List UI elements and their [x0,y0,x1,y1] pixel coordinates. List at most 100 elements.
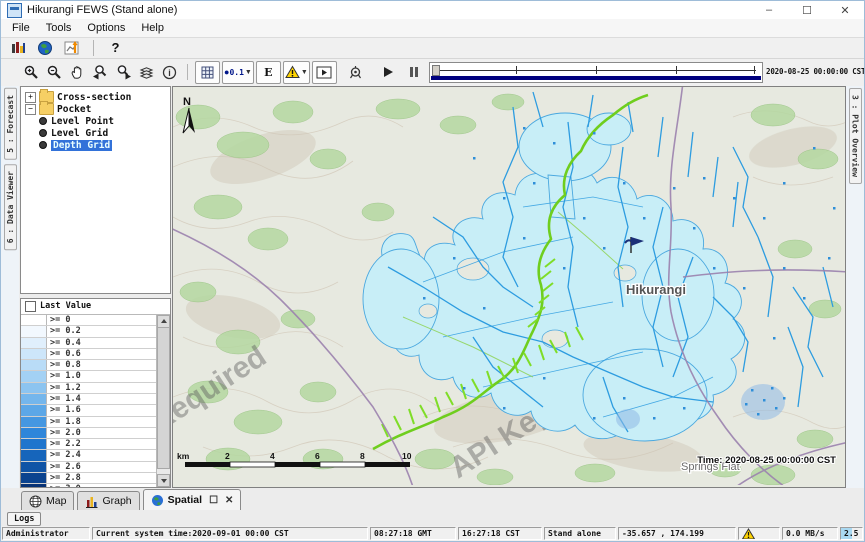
legend-header: Last Value [21,299,170,315]
legend-swatch [21,473,47,483]
svg-text:4: 4 [270,451,275,461]
legend-row: >= 2.0 [21,428,157,439]
time-slider-handle[interactable] [432,65,440,76]
tab-close-icon[interactable]: ✕ [225,495,233,506]
menu-bar: File Tools Options Help [1,19,864,38]
toolbar-datetime: 2020-08-25 00:00:00 CST [766,67,865,76]
legend-row: >= 2.2 [21,439,157,450]
svg-text:8: 8 [360,451,365,461]
pan-hand-icon[interactable] [67,62,88,83]
menu-file[interactable]: File [4,21,38,35]
map-canvas[interactable]: API Key Required API Key Required [173,87,846,485]
menu-options[interactable]: Options [79,21,133,35]
menu-tools[interactable]: Tools [38,21,80,35]
scrollbar-thumb[interactable] [157,327,170,469]
minimize-button[interactable]: – [750,1,788,19]
pause-button[interactable] [404,62,425,83]
time-slider[interactable] [429,62,763,83]
zoom-next-icon[interactable] [113,62,134,83]
tree-item-pocket[interactable]: − Pocket [23,103,168,115]
tab-maximize-icon[interactable]: ☐ [209,495,218,506]
layers-icon[interactable] [136,62,157,83]
bottom-tab-bar: Map Graph Spatial ☐ ✕ [1,488,864,511]
zoom-previous-icon[interactable] [90,62,111,83]
tree-item-label: Pocket [57,104,91,115]
legend-row: >= 1.2 [21,383,157,394]
scroll-down-button[interactable] [157,474,170,487]
legend-swatch [21,450,47,460]
legend-row: >= 0.4 [21,338,157,349]
tab-graph-label: Graph [102,495,131,507]
status-system-time: Current system time:2020-09-01 00:00 CST [92,527,368,540]
profile-locate-icon[interactable] [345,62,366,83]
status-memory-label: 2.5 GB [844,529,863,538]
map-toolbar: i ●0.1▼ E ▼ [1,58,864,87]
title-bar: Hikurangi FEWS (Stand alone) – ☐ ✕ [1,1,864,20]
tree-item-level-point[interactable]: Level Point [23,115,168,127]
warnings-dropdown[interactable]: ▼ [283,61,310,84]
help-button[interactable]: ? [105,37,126,58]
legend-row: >= 2.8 [21,473,157,484]
last-value-checkbox[interactable] [25,301,36,312]
tree-item-label: Level Point [51,116,114,127]
tab-forecast[interactable]: 5 : Forecast [4,88,17,160]
legend-row: >= 2.6 [21,462,157,473]
logs-button[interactable]: Logs [7,512,41,526]
status-gmt-time: 08:27:18 GMT [370,527,456,540]
legend-swatch [21,394,47,404]
toolbar-separator [187,64,188,80]
triangle-up-icon [161,319,167,323]
legend-swatch [21,326,47,336]
tree-item-label: Level Grid [51,128,108,139]
legend-swatch [21,462,47,472]
status-local-time: 16:27:18 CST [458,527,542,540]
zoom-in-icon[interactable] [21,62,42,83]
class-breaks-label: 0.1 [229,68,243,77]
status-bar: Administrator Current system time:2020-0… [1,526,864,541]
time-slider-range [431,76,761,80]
class-breaks-dropdown[interactable]: ●0.1▼ [222,61,254,84]
zoom-out-icon[interactable] [44,62,65,83]
legend-row: >= 1.8 [21,417,157,428]
warning-icon[interactable] [742,528,755,540]
legend-row: >= 1.0 [21,371,157,382]
status-warning-cell [738,527,780,540]
left-panel: + Cross-section − Pocket Level Point Lev… [19,86,172,488]
expand-icon[interactable]: + [25,92,36,103]
tree-item-level-grid[interactable]: Level Grid [23,127,168,139]
legend-swatch [21,371,47,381]
tab-map[interactable]: Map [21,491,74,510]
last-value-label: Last Value [40,301,91,311]
collapse-icon[interactable]: − [25,104,36,115]
play-button[interactable] [378,62,399,83]
legend-toggle-button[interactable]: E [256,61,281,84]
maximize-button[interactable]: ☐ [788,1,826,19]
database-bars-icon[interactable] [7,37,28,58]
app-icon [7,3,22,18]
legend-scrollbar[interactable] [156,315,170,487]
wire-globe-icon [29,495,42,508]
tab-data-viewer[interactable]: 6 : Data Viewer [4,164,17,250]
status-mode: Stand alone [544,527,616,540]
legend-row: >= 0 [21,315,157,326]
tab-graph[interactable]: Graph [77,491,139,510]
animation-panel-button[interactable] [312,61,337,84]
grid-display-toggle[interactable] [195,61,220,84]
legend-swatch [21,349,47,359]
legend-list: >= 0 >= 0.2 >= 0.4 >= 0.6 >= 0.8 >= 1.0 … [21,315,157,487]
tab-plot-overview[interactable]: 3 : Plot Overview [849,88,862,184]
map-globe-icon[interactable] [34,37,55,58]
menu-help[interactable]: Help [133,21,172,35]
globe-icon [151,494,164,507]
tab-map-label: Map [46,495,66,507]
svg-text:2: 2 [225,451,230,461]
graph-display-icon[interactable] [61,37,82,58]
map-view[interactable]: API Key Required API Key Required [172,86,846,488]
main-area: 5 : Forecast 6 : Data Viewer + Cross-sec… [1,86,864,488]
info-icon[interactable]: i [159,62,180,83]
tree-item-depth-grid[interactable]: Depth Grid [23,139,168,151]
node-bullet-icon [39,117,47,125]
tab-spatial[interactable]: Spatial ☐ ✕ [143,489,242,510]
close-button[interactable]: ✕ [826,1,864,19]
svg-text:N: N [183,96,191,108]
